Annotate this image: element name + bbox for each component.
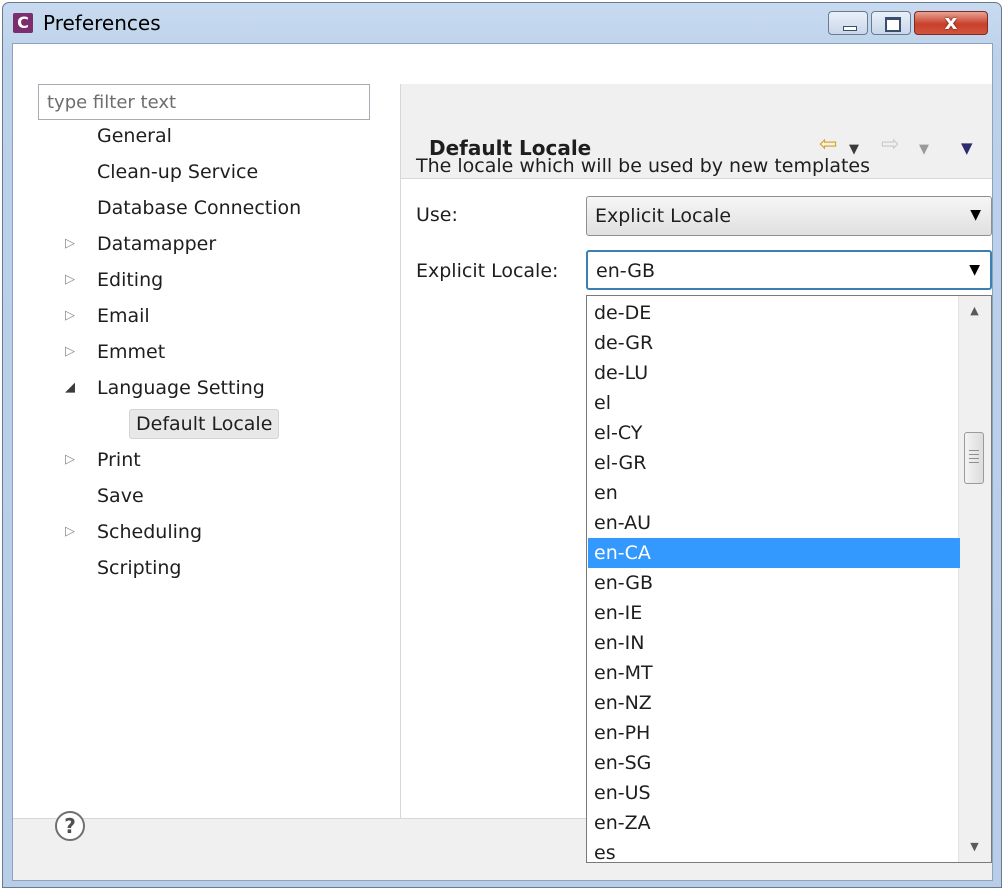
collapsed-arrow-icon[interactable]: ▷ — [65, 444, 79, 476]
dropdown-option[interactable]: en-MT — [588, 658, 960, 688]
grip-icon — [969, 450, 979, 466]
scroll-up-icon[interactable]: ▲ — [959, 296, 990, 326]
tree-item[interactable]: ▷ Scheduling — [13, 516, 391, 548]
minimize-button[interactable] — [828, 11, 868, 35]
tree-item[interactable]: Database Connection — [13, 192, 391, 224]
close-icon: x — [944, 10, 958, 34]
tree-item-label: Print — [97, 449, 141, 471]
forward-history-dropdown-icon[interactable]: ▼ — [919, 138, 929, 162]
expanded-arrow-icon[interactable]: ◢ — [65, 372, 79, 404]
chevron-down-icon: ▼ — [970, 207, 981, 223]
tree-item-label: Scheduling — [97, 521, 203, 543]
use-label: Use: — [416, 204, 458, 226]
tree-item[interactable]: ▷ Datamapper — [13, 228, 391, 260]
dropdown-scrollbar[interactable]: ▲ ▼ — [958, 296, 991, 862]
dropdown-option[interactable]: en — [588, 478, 960, 508]
pane-divider[interactable] — [400, 84, 401, 818]
tree-item-label: Save — [97, 485, 144, 507]
dropdown-option[interactable]: el-GR — [588, 448, 960, 478]
scroll-thumb[interactable] — [964, 432, 984, 484]
tree-item[interactable]: Clean-up Service — [13, 156, 391, 188]
filter-input[interactable] — [38, 84, 370, 120]
tree-item-label: General — [97, 125, 172, 147]
title-bar[interactable]: C Preferences x — [3, 3, 1001, 43]
view-menu-icon[interactable]: ▼ — [961, 136, 973, 160]
explicit-locale-combo-value: en-GB — [596, 260, 656, 282]
minimize-icon — [843, 26, 857, 31]
explicit-locale-label: Explicit Locale: — [416, 260, 559, 282]
tree-item[interactable]: ▷ Email — [13, 300, 391, 332]
collapsed-arrow-icon[interactable]: ▷ — [65, 516, 79, 548]
collapsed-arrow-icon[interactable]: ▷ — [65, 300, 79, 332]
use-combo[interactable]: Explicit Locale ▼ — [586, 196, 992, 236]
dropdown-option[interactable]: en-NZ — [588, 688, 960, 718]
tree-item-label: Database Connection — [97, 197, 302, 219]
dropdown-option[interactable]: en-ZA — [588, 808, 960, 838]
dropdown-option[interactable]: de-LU — [588, 358, 960, 388]
dropdown-option[interactable]: el — [588, 388, 960, 418]
dropdown-option[interactable]: en-GB — [588, 568, 960, 598]
tree-item[interactable]: Save — [13, 480, 391, 512]
tree-item-label: Clean-up Service — [97, 161, 259, 183]
locale-dropdown-list[interactable]: ▲ ▼ de-DE de-GR de-LU el el-CY el-GR en en-AU en… — [586, 295, 992, 863]
use-combo-value: Explicit Locale — [595, 205, 732, 227]
tree-item-label: Language Setting — [97, 377, 265, 399]
page-description: The locale which will be used by new tem… — [416, 155, 871, 177]
explicit-locale-combo[interactable]: en-GB ▼ — [586, 250, 992, 290]
tree-item-label: Emmet — [97, 341, 166, 363]
tree-item[interactable]: Scripting — [13, 552, 391, 584]
collapsed-arrow-icon[interactable]: ▷ — [65, 264, 79, 296]
back-arrow-icon[interactable]: ⇦ — [819, 133, 837, 157]
dropdown-option[interactable]: de-GR — [588, 328, 960, 358]
help-icon[interactable]: ? — [55, 811, 85, 841]
scroll-down-icon[interactable]: ▼ — [959, 832, 990, 862]
maximize-icon — [885, 17, 901, 32]
close-button[interactable]: x — [914, 10, 988, 35]
dropdown-option[interactable]: es — [588, 838, 960, 862]
dropdown-option[interactable]: en-CA — [588, 538, 960, 568]
forward-arrow-icon[interactable]: ⇨ — [881, 133, 899, 157]
tree-item[interactable]: ▷ Emmet — [13, 336, 391, 368]
dropdown-option[interactable]: de-DE — [588, 298, 960, 328]
dropdown-option[interactable]: en-IN — [588, 628, 960, 658]
tree-item-label: Datamapper — [97, 233, 217, 255]
dropdown-option[interactable]: en-SG — [588, 748, 960, 778]
dropdown-option[interactable]: en-US — [588, 778, 960, 808]
tree-item[interactable]: Default Locale — [13, 408, 391, 440]
chevron-down-icon: ▼ — [969, 262, 980, 278]
maximize-button[interactable] — [871, 11, 911, 35]
tree-item[interactable]: ▷ Print — [13, 444, 391, 476]
tree-item-label: Email — [97, 305, 150, 327]
collapsed-arrow-icon[interactable]: ▷ — [65, 228, 79, 260]
tree-item[interactable]: ◢ Language Setting — [13, 372, 391, 404]
tree-item[interactable]: ▷ Editing — [13, 264, 391, 296]
app-logo-icon: C — [13, 13, 33, 33]
tree-item[interactable]: General — [13, 120, 391, 152]
dropdown-option[interactable]: en-AU — [588, 508, 960, 538]
tree-item-label: Editing — [97, 269, 164, 291]
dropdown-option[interactable]: el-CY — [588, 418, 960, 448]
collapsed-arrow-icon[interactable]: ▷ — [65, 336, 79, 368]
tree-item-label: Default Locale — [129, 409, 280, 439]
tree-item-label: Scripting — [97, 557, 182, 579]
dropdown-option[interactable]: en-IE — [588, 598, 960, 628]
dropdown-option[interactable]: en-PH — [588, 718, 960, 748]
window-title: Preferences — [43, 11, 161, 35]
